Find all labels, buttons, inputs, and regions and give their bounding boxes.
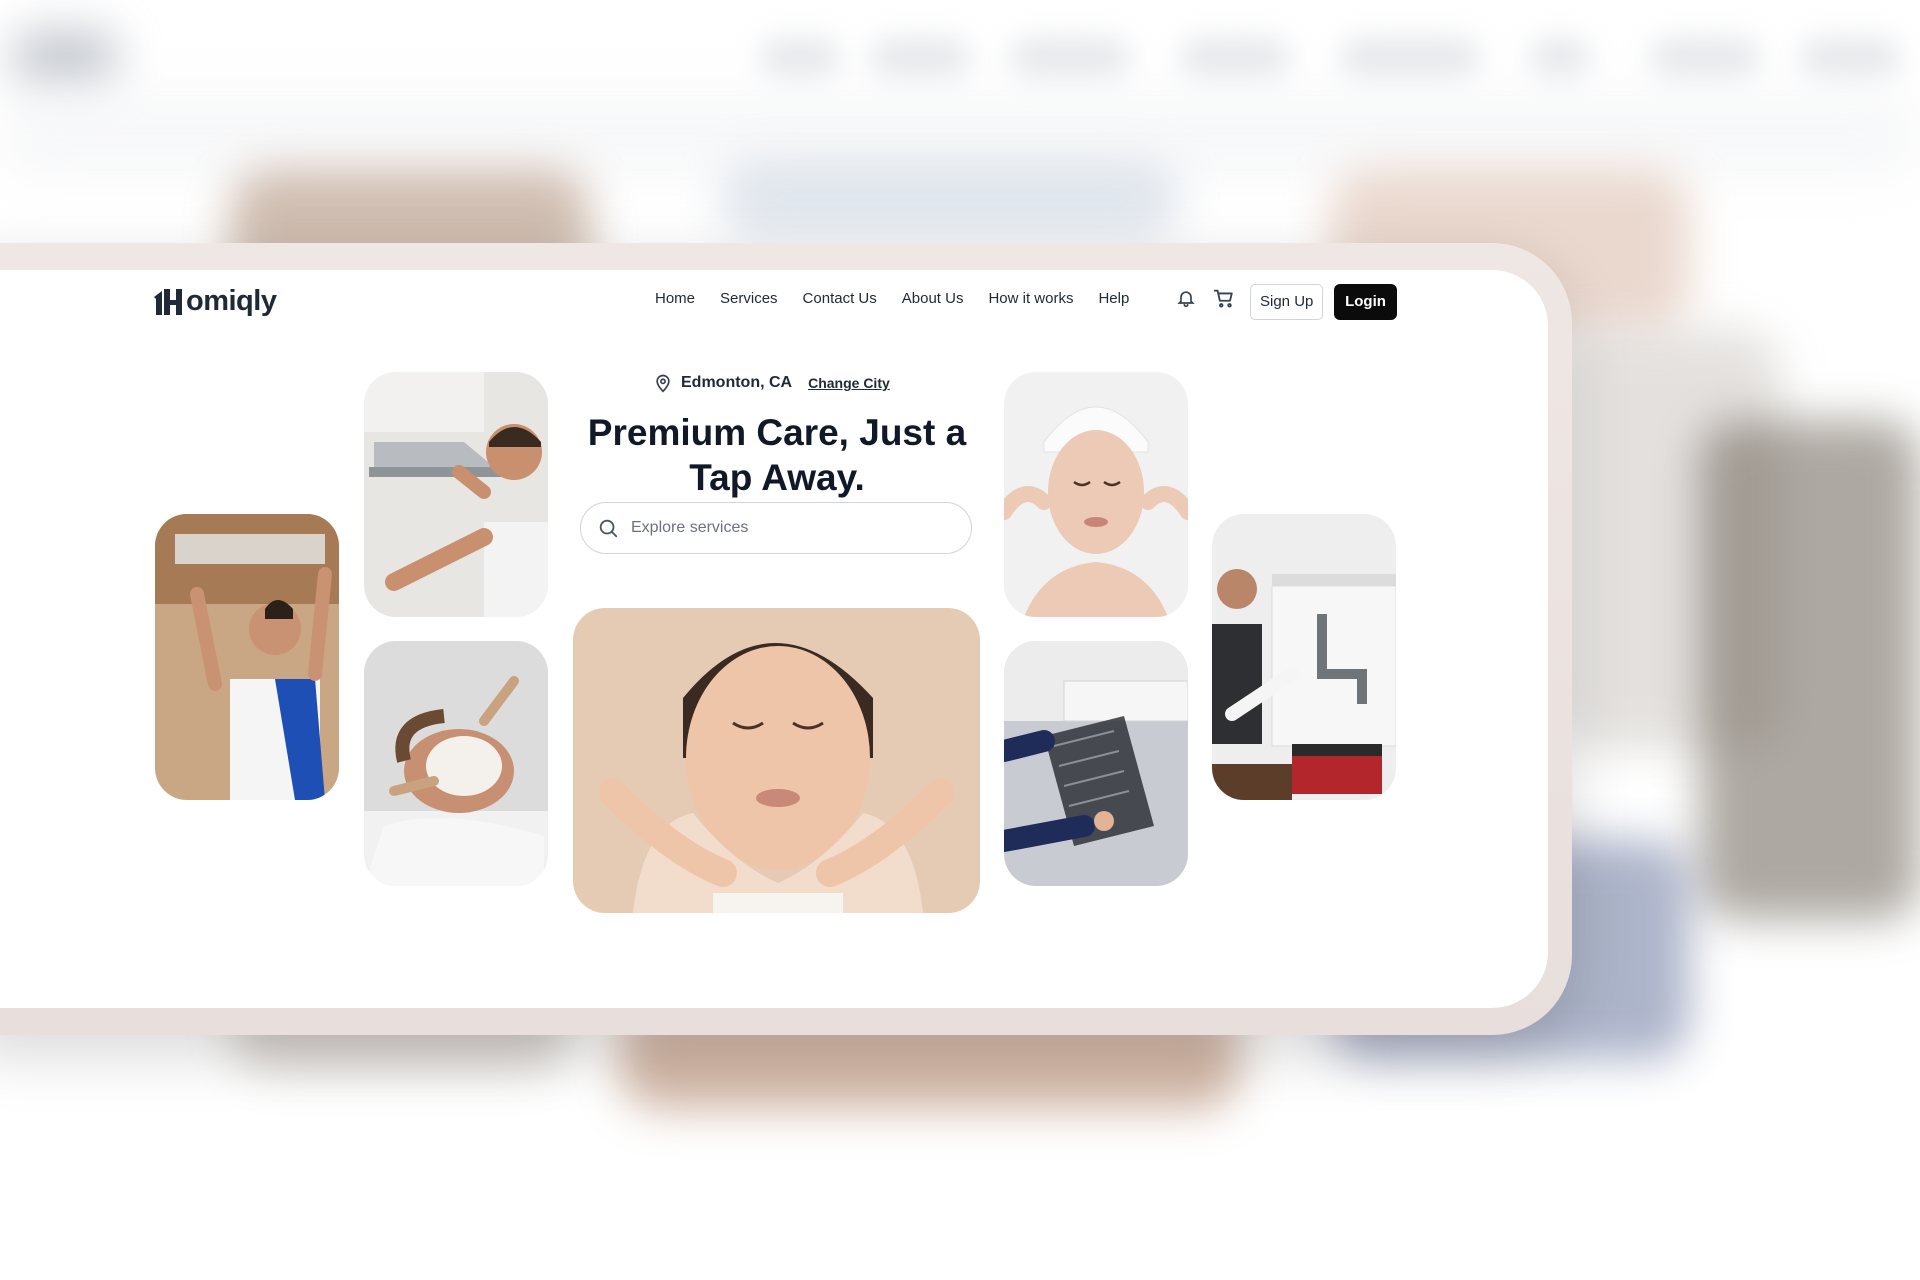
homepage-screen: omiqly Home Services Contact Us About Us… — [0, 270, 1548, 1008]
logo-mark-icon — [154, 288, 182, 315]
change-city-link[interactable]: Change City — [808, 375, 890, 391]
bg-nav-blur — [1530, 38, 1590, 78]
nav-help[interactable]: Help — [1098, 290, 1129, 307]
electrician-photo — [155, 514, 339, 800]
brand-name: omiqly — [186, 285, 277, 317]
bg-image-blur — [720, 160, 1180, 240]
tile-hood-repair[interactable] — [364, 372, 548, 617]
brand-logo[interactable]: omiqly — [152, 285, 277, 318]
tile-towel-beauty[interactable] — [1004, 372, 1188, 617]
bg-nav-blur — [1010, 38, 1130, 78]
nav-contact-us[interactable]: Contact Us — [803, 290, 877, 307]
location-pin-icon — [656, 374, 670, 393]
hero-headline: Premium Care, Just a Tap Away. — [587, 412, 967, 498]
bg-logo-blur — [10, 28, 120, 88]
tile-facial-mask[interactable] — [364, 641, 548, 886]
search-input[interactable] — [629, 518, 953, 538]
main-nav: Home Services Contact Us About Us How it… — [655, 290, 1154, 307]
tile-ac-cleaning[interactable] — [1004, 641, 1188, 886]
bg-nav-blur — [1800, 38, 1900, 78]
nav-how-it-works[interactable]: How it works — [988, 290, 1073, 307]
nav-services[interactable]: Services — [720, 290, 778, 307]
plumber-photo — [1212, 514, 1396, 800]
nav-icons — [1174, 286, 1236, 310]
tile-skincare-hero[interactable] — [573, 608, 980, 913]
bg-image-blur — [1700, 420, 1920, 920]
bell-icon[interactable] — [1174, 286, 1198, 310]
tile-electrician[interactable] — [155, 514, 339, 800]
tile-plumber[interactable] — [1212, 514, 1396, 800]
towel-beauty-photo — [1004, 372, 1188, 617]
cart-icon[interactable] — [1212, 286, 1236, 310]
sign-up-button[interactable]: Sign Up — [1250, 284, 1324, 320]
current-city: Edmonton, CA — [681, 374, 793, 391]
search-icon — [599, 519, 618, 538]
facial-mask-photo — [364, 641, 548, 886]
login-button[interactable]: Login — [1334, 284, 1397, 320]
bg-nav-blur — [1340, 38, 1480, 78]
bg-nav-blur — [870, 38, 970, 78]
bg-nav-blur — [1650, 38, 1760, 78]
skincare-hero-photo — [573, 608, 980, 913]
nav-home[interactable]: Home — [655, 290, 695, 307]
bg-nav-blur — [1180, 38, 1290, 78]
ac-cleaning-photo — [1004, 641, 1188, 886]
location-row: Edmonton, CA Change City — [653, 372, 890, 394]
hood-repair-photo — [364, 372, 548, 617]
bg-nav-blur — [760, 38, 840, 78]
nav-about-us[interactable]: About Us — [902, 290, 964, 307]
search-bar[interactable] — [580, 502, 972, 554]
